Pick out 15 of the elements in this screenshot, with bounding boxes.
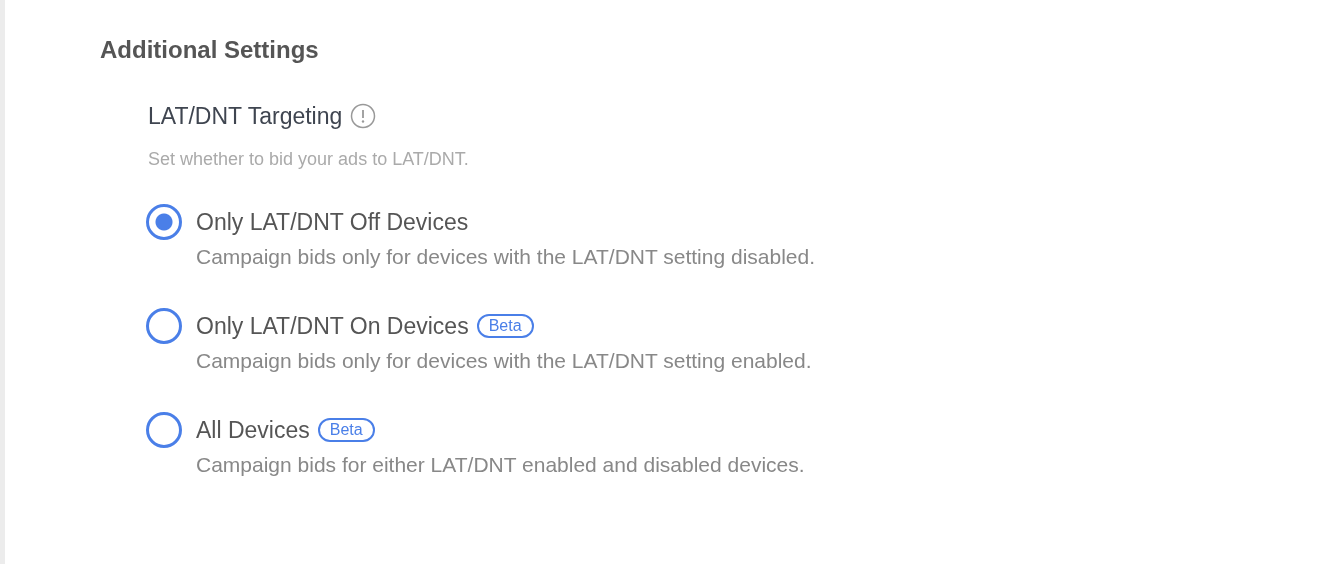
option-label[interactable]: Only LAT/DNT On Devices <box>196 311 469 341</box>
radio-button[interactable] <box>146 308 182 344</box>
radio-button[interactable] <box>146 204 182 240</box>
radio-button[interactable] <box>146 412 182 448</box>
info-icon[interactable] <box>350 103 377 129</box>
option-label[interactable]: Only LAT/DNT Off Devices <box>196 207 469 237</box>
option-description: Campaign bids only for devices with the LAT/DNT setting enabled. <box>196 348 812 374</box>
beta-badge: Beta <box>476 314 534 338</box>
setting-label: LAT/DNT Targeting <box>148 102 343 131</box>
option-label[interactable]: All Devices <box>196 415 310 445</box>
option-description: Campaign bids for either LAT/DNT enabled and disabled devices. <box>196 452 805 478</box>
section-title: Additional Settings <box>100 35 320 65</box>
option-description: Campaign bids only for devices with the LAT/DNT setting disabled. <box>196 244 816 270</box>
beta-badge: Beta <box>317 418 375 442</box>
setting-hint: Set whether to bid your ads to LAT/DNT. <box>148 148 470 171</box>
